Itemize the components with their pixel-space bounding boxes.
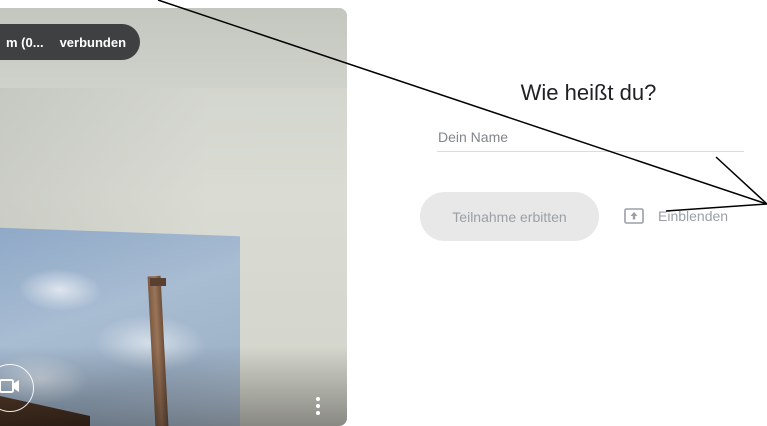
preview-chimney-top	[150, 278, 166, 286]
more-vert-icon	[315, 396, 321, 421]
name-input[interactable]	[437, 124, 744, 152]
connection-status: verbunden	[59, 34, 127, 50]
more-options-button[interactable]	[304, 390, 332, 426]
videocam-icon	[0, 378, 21, 399]
preview-wall	[0, 88, 347, 238]
participant-chip: m (0... verbunden	[0, 24, 141, 60]
preview-vignette	[0, 346, 347, 426]
ask-to-join-button[interactable]: Teilnahme erbitten	[420, 192, 599, 241]
annotation-arrow-head-upper	[715, 156, 767, 205]
present-label: Einblenden	[658, 208, 729, 224]
present-button[interactable]: Einblenden	[620, 200, 732, 232]
participant-name: m (0...	[6, 34, 44, 50]
present-to-all-icon	[624, 207, 644, 225]
camera-preview: m (0... verbunden	[0, 8, 347, 426]
join-title: Wie heißt du?	[520, 80, 657, 105]
join-screen: m (0... verbunden Wie heißt du? Dein Nam…	[0, 0, 767, 426]
